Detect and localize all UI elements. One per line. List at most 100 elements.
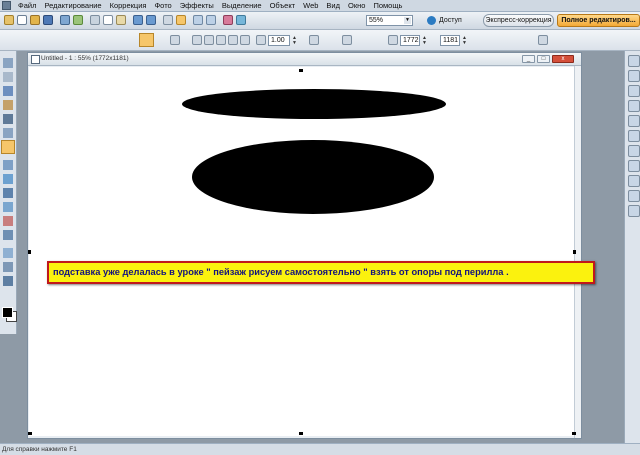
browse-icon[interactable]: [4, 15, 14, 25]
panel-styles-icon[interactable]: [628, 145, 640, 157]
status-bar: Для справки нажмите F1: [0, 443, 640, 455]
help-icon[interactable]: [236, 15, 246, 25]
pencil-tool-icon[interactable]: [3, 174, 13, 184]
crop-tool-icon[interactable]: [3, 128, 13, 138]
tab-full-edit[interactable]: Полное редактиров...: [557, 14, 640, 27]
height-field[interactable]: 1181 ▲ ▼: [440, 35, 467, 46]
menu-list: Файл Редактирование Коррекция Фото Эффек…: [14, 0, 406, 11]
image-canvas[interactable]: [29, 67, 574, 436]
resize-handle-top[interactable]: [299, 69, 303, 72]
align-top-icon[interactable]: [228, 35, 238, 45]
grid-tool-icon[interactable]: [1, 140, 15, 154]
annotation-text: подставка уже делалась в уроке " пейзаж …: [53, 267, 509, 277]
undo-icon[interactable]: [133, 15, 143, 25]
lasso-tool-icon[interactable]: [3, 86, 13, 96]
annotation-callout: подставка уже делалась в уроке " пейзаж …: [47, 261, 595, 284]
menu-object[interactable]: Объект: [266, 0, 300, 11]
panel-layers-icon[interactable]: [628, 70, 640, 82]
close-button[interactable]: x: [552, 55, 574, 63]
stamp-tool-icon[interactable]: [3, 188, 13, 198]
document-title: Untitled - 1 : 55% (1772x1181): [41, 55, 129, 62]
open-folder-icon[interactable]: [30, 15, 40, 25]
menu-photo[interactable]: Фото: [150, 0, 175, 11]
align-bottom-icon[interactable]: [240, 35, 250, 45]
panel-info-icon[interactable]: [628, 100, 640, 112]
menu-effects[interactable]: Эффекты: [176, 0, 218, 11]
menu-adjust[interactable]: Коррекция: [106, 0, 151, 11]
effect-icon[interactable]: [223, 15, 233, 25]
new-file-icon[interactable]: [17, 15, 27, 25]
globe-icon: [427, 16, 436, 25]
save-icon[interactable]: [43, 15, 53, 25]
resize-handle-bottom[interactable]: [299, 432, 303, 435]
tab-full-label: Полное редактиров...: [561, 17, 636, 24]
retouch-tool-icon[interactable]: [3, 202, 13, 212]
maximize-button[interactable]: □: [537, 55, 550, 63]
resize-handle-right[interactable]: [573, 250, 576, 254]
align-center-icon[interactable]: [204, 35, 214, 45]
marquee-tool-icon[interactable]: [3, 72, 13, 82]
scale-field[interactable]: 1.00 ▲ ▼: [268, 35, 297, 46]
brush-tool-icon[interactable]: [3, 160, 13, 170]
access-button[interactable]: Доступ: [426, 15, 462, 26]
zoom-value: 55%: [369, 17, 384, 24]
lock-icon[interactable]: [538, 35, 548, 45]
rotate-right-icon[interactable]: [309, 35, 319, 45]
pointer-tool-icon[interactable]: [3, 58, 13, 68]
crop-mode-icon[interactable]: [139, 33, 154, 47]
panel-channels-icon[interactable]: [628, 115, 640, 127]
print-icon[interactable]: [60, 15, 70, 25]
redo-icon[interactable]: [146, 15, 156, 25]
panel-history-icon[interactable]: [628, 85, 640, 97]
panel-paths-icon[interactable]: [628, 130, 640, 142]
align-right-icon[interactable]: [216, 35, 226, 45]
fit-icon[interactable]: [176, 15, 186, 25]
panel-web-icon[interactable]: [628, 205, 640, 217]
menu-selection[interactable]: Выделение: [218, 0, 266, 11]
resize-handle-bottom-right[interactable]: [572, 432, 576, 435]
menu-help[interactable]: Помощь: [369, 0, 406, 11]
link-icon[interactable]: [342, 35, 352, 45]
size-icon[interactable]: [388, 35, 398, 45]
rotate-icon[interactable]: [163, 15, 173, 25]
menu-window[interactable]: Окно: [344, 0, 369, 11]
move-icon[interactable]: [170, 35, 180, 45]
cut-icon[interactable]: [90, 15, 100, 25]
eyedropper-tool-icon[interactable]: [3, 276, 13, 286]
width-field[interactable]: 1772 ▲ ▼: [400, 35, 427, 46]
menu-web[interactable]: Web: [299, 0, 322, 11]
align-left-icon[interactable]: [192, 35, 202, 45]
zoom-select[interactable]: 55% ▼: [366, 15, 413, 26]
zoom-in-icon[interactable]: [193, 15, 203, 25]
panel-objects-icon[interactable]: [628, 55, 640, 67]
scale-spin-icon[interactable]: ▲ ▼: [291, 36, 298, 46]
menu-edit[interactable]: Редактирование: [40, 0, 105, 11]
panel-script-icon[interactable]: [628, 190, 640, 202]
paste-icon[interactable]: [116, 15, 126, 25]
rotate-left-icon[interactable]: [256, 35, 266, 45]
resize-handle-left[interactable]: [28, 250, 31, 254]
share-icon[interactable]: [73, 15, 83, 25]
side-panel: [624, 51, 640, 443]
foreground-color-swatch[interactable]: [2, 307, 13, 318]
panel-effects-icon[interactable]: [628, 175, 640, 187]
tab-express-correction[interactable]: Экспресс-коррекция: [483, 14, 554, 27]
panel-navigator-icon[interactable]: [628, 160, 640, 172]
copy-icon[interactable]: [103, 15, 113, 25]
hand-tool-icon[interactable]: [3, 262, 13, 272]
menu-view[interactable]: Вид: [322, 0, 344, 11]
resize-handle-bottom-left[interactable]: [28, 432, 32, 435]
fill-tool-icon[interactable]: [3, 230, 13, 240]
chevron-down-icon[interactable]: ▼: [404, 17, 411, 24]
document-titlebar[interactable]: Untitled - 1 : 55% (1772x1181) _ □ x: [28, 53, 581, 66]
width-spin-icon[interactable]: ▲ ▼: [421, 36, 428, 46]
minimize-button[interactable]: _: [522, 55, 535, 63]
text-tool-icon[interactable]: [3, 114, 13, 124]
zoom-out-icon[interactable]: [206, 15, 216, 25]
shape-tool-icon[interactable]: [3, 100, 13, 110]
zoom-tool-icon[interactable]: [3, 248, 13, 258]
access-label: Доступ: [439, 17, 462, 24]
eraser-tool-icon[interactable]: [3, 216, 13, 226]
height-spin-icon[interactable]: ▲ ▼: [461, 36, 468, 46]
menu-file[interactable]: Файл: [14, 0, 40, 11]
